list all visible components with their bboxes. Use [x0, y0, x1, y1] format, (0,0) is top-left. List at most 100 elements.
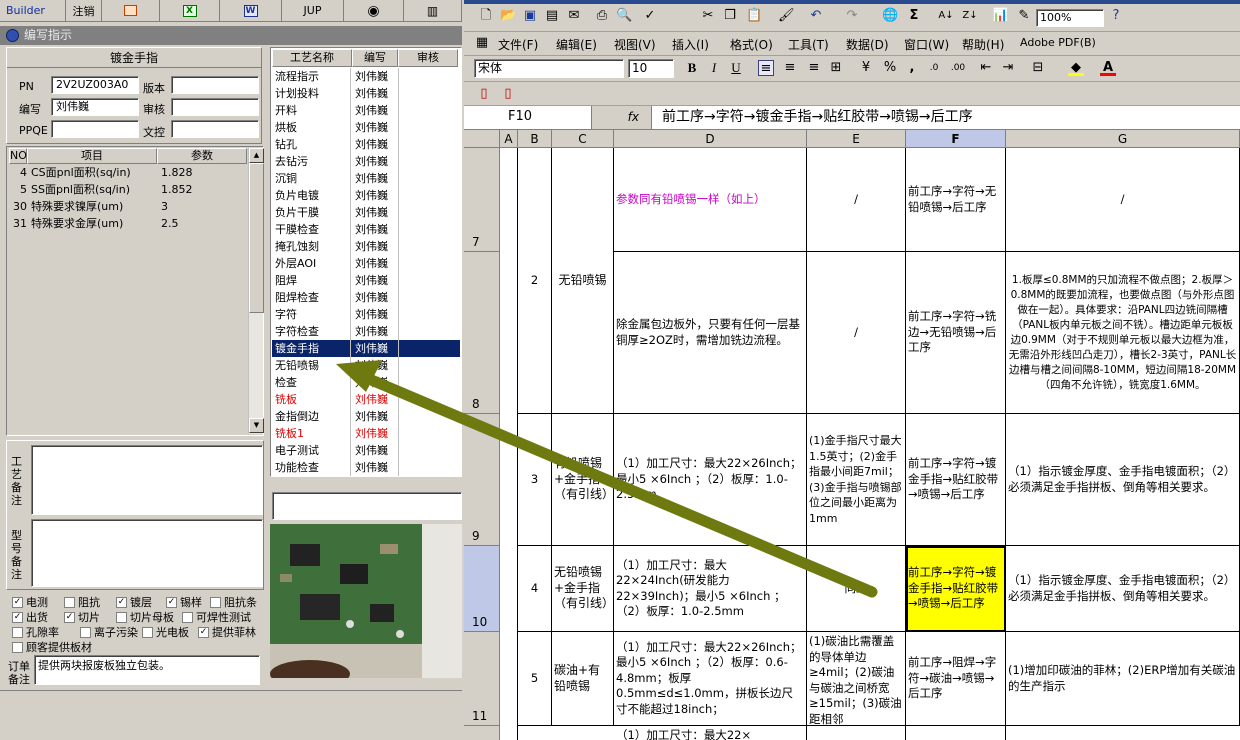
menu-window[interactable]: 窗口(W)	[904, 36, 949, 53]
checkmark-icon[interactable]: ✓	[12, 596, 23, 608]
order-note-field[interactable]: 提供两块报废板独立包装。	[34, 655, 260, 685]
email-icon[interactable]: ✉	[566, 8, 582, 24]
process-col-name[interactable]: 工艺名称	[272, 49, 352, 67]
help-icon[interactable]: ?	[1108, 8, 1124, 24]
cell-f11[interactable]: 前工序→阻焊→字符→碳油→喷锡→后工序	[906, 632, 1006, 726]
col-header-c[interactable]: C	[552, 130, 614, 148]
zoom-select[interactable]: 100%	[1036, 9, 1104, 27]
checkbox-empty-icon[interactable]	[116, 611, 127, 623]
excel-icon[interactable]: X	[160, 0, 220, 21]
col-header-g[interactable]: G	[1006, 130, 1240, 148]
cell-c10[interactable]: 无铅喷锡+金手指（有引线）	[552, 546, 614, 632]
col-header-d[interactable]: D	[614, 130, 807, 148]
scroll-thumb[interactable]	[249, 163, 264, 313]
bold-icon[interactable]: B	[684, 60, 700, 76]
doc-control-field[interactable]	[171, 120, 259, 138]
checkmark-icon[interactable]: ✓	[64, 611, 75, 623]
underline-icon[interactable]: U	[728, 60, 744, 76]
menu-format[interactable]: 格式(O)	[730, 36, 773, 53]
undo-icon[interactable]: ↶	[808, 8, 824, 24]
process-row[interactable]: 阻焊检查 刘伟巍	[272, 289, 460, 306]
checkbox-empty-icon[interactable]	[142, 626, 153, 638]
ppqe-field[interactable]	[51, 120, 139, 138]
checkbox-option[interactable]: 离子污染	[80, 624, 138, 640]
cell-f8[interactable]: 前工序→字符→铣边→无铅喷锡→后工序	[906, 252, 1006, 414]
spelling-icon[interactable]: ✓	[642, 8, 658, 24]
chart-wizard-icon[interactable]: 📊	[992, 8, 1008, 24]
font-name-select[interactable]: 宋体	[474, 59, 624, 78]
checkmark-icon[interactable]: ✓	[198, 626, 209, 638]
font-size-select[interactable]: 10	[628, 59, 674, 78]
checkbox-empty-icon[interactable]	[12, 641, 23, 653]
open-icon[interactable]: 📂	[500, 8, 516, 24]
cell-g9[interactable]: （1）指示镀金厚度、金手指电镀面积；（2）必须满足金手指拼板、倒角等相关要求。	[1006, 414, 1240, 546]
decrease-decimal-icon[interactable]: .00	[950, 60, 966, 76]
process-row[interactable]: 检查 刘伟巍	[272, 374, 460, 391]
process-col-writer[interactable]: 编写	[352, 49, 398, 67]
process-row[interactable]: 开料 刘伟巍	[272, 102, 460, 119]
checkbox-option[interactable]: ✓ 出货	[12, 609, 48, 625]
process-row[interactable]: 流程指示 刘伟巍	[272, 68, 460, 85]
pn-field[interactable]: 2V2UZ003A0	[51, 76, 139, 94]
cell-e11[interactable]: (1)碳油比需覆盖的导体单边≥4mil；(2)碳油与碳油之间桥宽≥15mil；(…	[807, 632, 906, 726]
paste-icon[interactable]: 📋	[746, 8, 762, 24]
row-header-12[interactable]	[464, 726, 500, 740]
copy-icon[interactable]: ❐	[722, 8, 738, 24]
cell-f7[interactable]: 前工序→字符→无铅喷锡→后工序	[906, 148, 1006, 252]
print-icon[interactable]: ⎙	[594, 8, 610, 24]
row-header-10[interactable]: 10	[464, 546, 500, 632]
checkbox-option[interactable]: ✓ 镀层	[116, 594, 152, 610]
logout-button[interactable]: 注销	[66, 0, 102, 21]
cell-e7[interactable]: /	[807, 148, 906, 252]
italic-icon[interactable]: I	[706, 60, 722, 76]
checkbox-option[interactable]: 切片母板	[116, 609, 174, 625]
currency-icon[interactable]: ¥	[858, 60, 874, 76]
cell-b11[interactable]: 5	[518, 632, 552, 726]
cell-g7[interactable]: /	[1006, 148, 1240, 252]
checkbox-option[interactable]: 顾客提供板材	[12, 639, 92, 655]
menu-edit[interactable]: 编辑(E)	[556, 36, 597, 53]
checkmark-icon[interactable]: ✓	[12, 611, 23, 623]
param-col-value[interactable]: 参数	[157, 148, 247, 164]
param-col-item[interactable]: 项目	[27, 148, 157, 164]
fill-color-icon[interactable]: ◆	[1068, 60, 1084, 76]
align-left-icon[interactable]: ≡	[758, 60, 774, 76]
menu-insert[interactable]: 插入(I)	[672, 36, 709, 53]
param-col-no[interactable]: NO	[9, 148, 27, 164]
process-row[interactable]: 干膜检查 刘伟巍	[272, 221, 460, 238]
cut-icon[interactable]: ✂	[700, 8, 716, 24]
jup-button[interactable]: JUP	[282, 0, 344, 21]
new-icon[interactable]: 🗋	[478, 8, 494, 24]
increase-indent-icon[interactable]: ⇥	[1000, 60, 1016, 76]
cell-c7[interactable]: 无铅喷锡	[552, 148, 614, 414]
scroll-up-icon[interactable]: ▲	[249, 148, 264, 163]
cell-b9[interactable]: 3	[518, 414, 552, 546]
param-row[interactable]: 30 特殊要求镍厚(um) 3	[9, 198, 247, 215]
param-scrollbar[interactable]: ▲ ▼	[248, 148, 264, 434]
cell-d7[interactable]: 参数同有铅喷锡一样（如上）	[614, 148, 807, 252]
menu-adobe-pdf[interactable]: Adobe PDF(B)	[1020, 36, 1096, 49]
checkbox-option[interactable]: ✓ 切片	[64, 609, 100, 625]
row-header-11[interactable]: 11	[464, 632, 500, 726]
formula-input[interactable]: 前工序→字符→镀金手指→贴红胶带→喷锡→后工序	[662, 106, 1240, 129]
cell-f10-selected[interactable]: 前工序→字符→镀金手指→贴红胶带→喷锡→后工序	[906, 546, 1006, 632]
process-note-field[interactable]	[31, 445, 263, 515]
process-row[interactable]: 烘板 刘伟巍	[272, 119, 460, 136]
workbook-icon[interactable]: ▦	[474, 35, 490, 51]
function-icon[interactable]: fx	[592, 106, 652, 129]
col-header-e[interactable]: E	[807, 130, 906, 148]
row-header-7[interactable]: 7	[464, 148, 500, 252]
menu-help[interactable]: 帮助(H)	[962, 36, 1004, 53]
percent-icon[interactable]: %	[882, 60, 898, 76]
checkbox-option[interactable]: 光电板	[142, 624, 189, 640]
param-row[interactable]: 5 SS面pnl面积(sq/in) 1.852	[9, 181, 247, 198]
drawing-icon[interactable]: ✎	[1016, 8, 1032, 24]
sort-asc-icon[interactable]: A↓	[938, 8, 954, 24]
sort-desc-icon[interactable]: Z↓	[962, 8, 978, 24]
cell-d10[interactable]: （1）加工尺寸：最大22×24Inch(研发能力22×39Inch)；最小5 ×…	[614, 546, 807, 632]
name-box[interactable]: F10	[464, 106, 592, 129]
process-text-field[interactable]	[272, 492, 462, 520]
word-icon[interactable]: W	[220, 0, 282, 21]
cell-g8[interactable]: 1.板厚≤0.8MM的只加流程不做点图；2.板厚＞0.8MM的既要加流程，也要做…	[1006, 252, 1240, 414]
process-row[interactable]: 计划投料 刘伟巍	[272, 85, 460, 102]
